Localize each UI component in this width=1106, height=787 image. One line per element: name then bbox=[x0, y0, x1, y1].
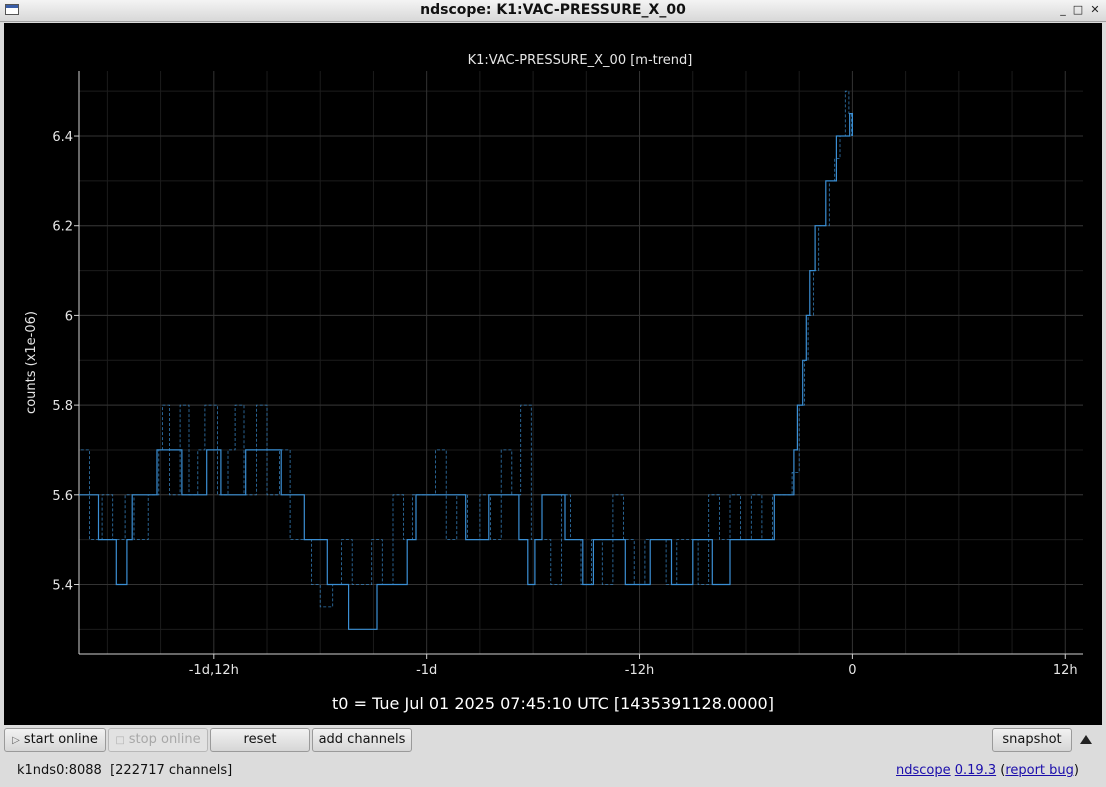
y-axis-label: counts (x1e-06) bbox=[24, 311, 39, 414]
server-info: k1nds0:8088 [222717 channels] bbox=[17, 763, 232, 778]
trend-mean-line bbox=[79, 113, 853, 630]
play-icon: ▷ bbox=[12, 735, 20, 746]
minimize-icon[interactable]: _ bbox=[1056, 2, 1070, 18]
paren-close: ) bbox=[1073, 763, 1079, 778]
y-tick-label: 6 bbox=[65, 309, 73, 324]
y-tick-label: 5.8 bbox=[52, 399, 73, 414]
channel-count: [222717 channels] bbox=[110, 763, 233, 778]
stop-online-label: stop online bbox=[128, 732, 201, 747]
start-online-button[interactable]: ▷ start online bbox=[4, 728, 106, 752]
x-tick-label: 0 bbox=[848, 663, 856, 678]
x-tick-label: -1d,12h bbox=[189, 663, 239, 678]
maximize-icon[interactable]: □ bbox=[1071, 2, 1085, 18]
x-tick-label: -1d bbox=[416, 663, 437, 678]
toolbar: ▷ start online □ stop online reset add cha… bbox=[0, 726, 1106, 756]
collapse-panel-icon[interactable] bbox=[1080, 735, 1092, 744]
chart-title: K1:VAC-PRESSURE_X_00 [m-trend] bbox=[468, 53, 693, 68]
report-bug-link[interactable]: report bug bbox=[1005, 763, 1074, 778]
x-tick-label: 12h bbox=[1053, 663, 1078, 678]
y-tick-label: 5.4 bbox=[52, 578, 73, 593]
y-tick-label: 6.4 bbox=[52, 130, 73, 145]
stop-icon: □ bbox=[115, 735, 125, 746]
about-links: ndscope 0.19.3 (report bug) bbox=[896, 763, 1079, 778]
window-title: ndscope: K1:VAC-PRESSURE_X_00 bbox=[420, 2, 686, 18]
stop-online-button[interactable]: □ stop online bbox=[108, 728, 208, 752]
plot-area[interactable]: -1d,12h -1d -12h 0 12h 5.4 5.6 5.8 6 6.2 6.4 K1:VAC… bbox=[4, 23, 1102, 725]
close-icon[interactable]: ✕ bbox=[1088, 2, 1102, 18]
t0-label: t0 = Tue Jul 01 2025 07:45:10 UTC [14353… bbox=[332, 694, 774, 713]
snapshot-button[interactable]: snapshot bbox=[992, 728, 1072, 752]
window-titlebar[interactable]: ndscope: K1:VAC-PRESSURE_X_00 _ □ ✕ bbox=[0, 0, 1106, 22]
y-tick-label: 6.2 bbox=[52, 220, 73, 235]
y-tick-label: 5.6 bbox=[52, 489, 73, 504]
start-online-label: start online bbox=[23, 732, 98, 747]
version-link[interactable]: 0.19.3 bbox=[955, 763, 996, 778]
status-bar: k1nds0:8088 [222717 channels] ndscope 0.… bbox=[0, 757, 1106, 787]
reset-button[interactable]: reset bbox=[210, 728, 310, 752]
ndscope-link[interactable]: ndscope bbox=[896, 763, 951, 778]
x-tick-label: -12h bbox=[625, 663, 654, 678]
plot-canvas[interactable]: -1d,12h -1d -12h 0 12h 5.4 5.6 5.8 6 6.2 6.4 K1:VAC… bbox=[4, 23, 1102, 725]
server-address: k1nds0:8088 bbox=[17, 763, 102, 778]
add-channels-button[interactable]: add channels bbox=[312, 728, 412, 752]
